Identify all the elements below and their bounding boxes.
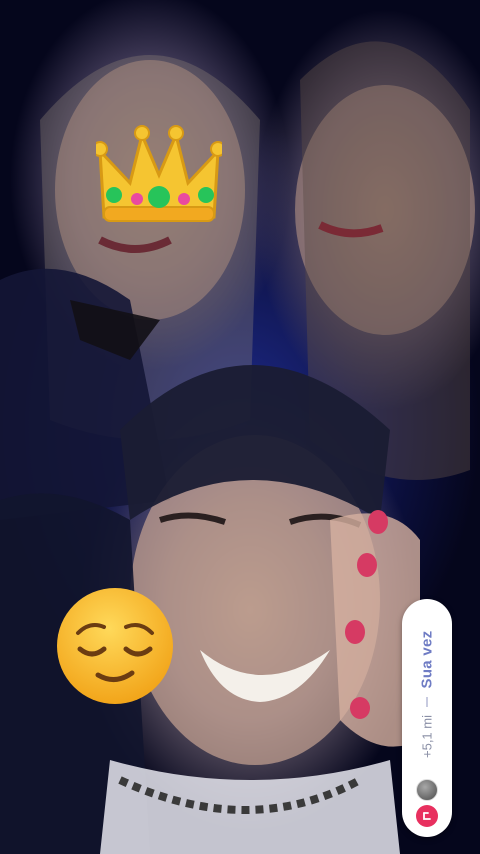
crown-emoji-sticker[interactable] [96, 125, 222, 231]
relieved-face-emoji-sticker[interactable] [54, 585, 176, 707]
story-screen[interactable]: Sua vez +5,1 mi [0, 0, 480, 854]
avatar-icon [416, 779, 438, 801]
your-turn-label[interactable]: Sua vez [419, 631, 436, 689]
pill-divider [426, 697, 428, 707]
reach-count-label: +5,1 mi [419, 715, 435, 758]
share-arrow-icon[interactable] [416, 805, 438, 827]
reply-prompt-pill[interactable]: Sua vez +5,1 mi [402, 599, 452, 837]
